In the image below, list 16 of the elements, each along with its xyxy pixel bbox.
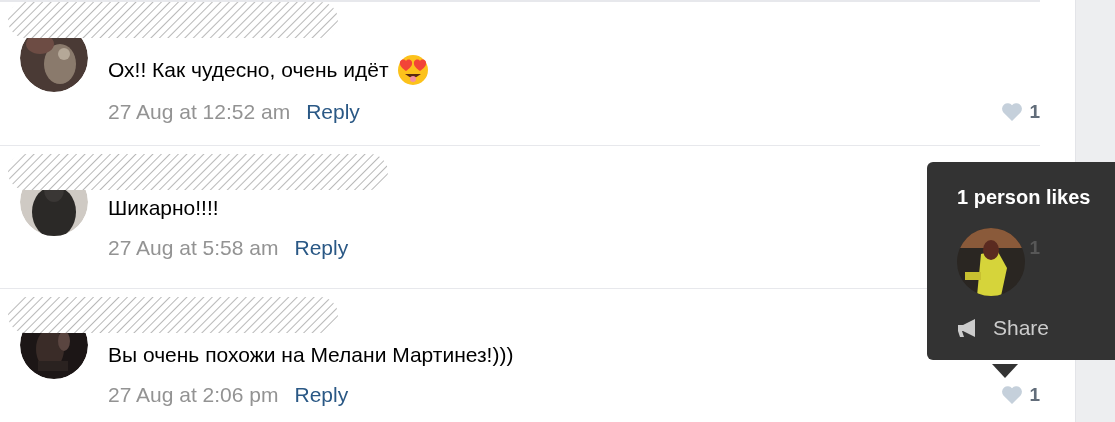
- tooltip-title: 1 person likes: [957, 185, 1091, 210]
- comment-date: 27 Aug at 2:06 pm: [108, 382, 279, 408]
- comment-text: Вы очень похожи на Мелани Мартинез!))): [108, 342, 514, 368]
- like-count: 1: [1029, 99, 1040, 124]
- comment-date: 27 Aug at 5:58 am: [108, 235, 279, 261]
- tooltip-arrow: [992, 363, 1018, 378]
- reply-link[interactable]: Reply: [294, 379, 349, 411]
- like-count: 1: [1029, 382, 1040, 407]
- heart-icon[interactable]: [1001, 385, 1024, 405]
- reply-link[interactable]: Reply: [294, 232, 349, 264]
- heart-icon[interactable]: [1001, 102, 1024, 122]
- comment-text: Шикарно!!!!: [108, 195, 219, 221]
- comment-date: 27 Aug at 12:52 am: [108, 99, 291, 125]
- reply-link[interactable]: Reply: [306, 96, 360, 128]
- share-link[interactable]: Share: [957, 312, 1050, 344]
- comment-text: Ох!! Как чудесно, очень идёт: [108, 57, 389, 83]
